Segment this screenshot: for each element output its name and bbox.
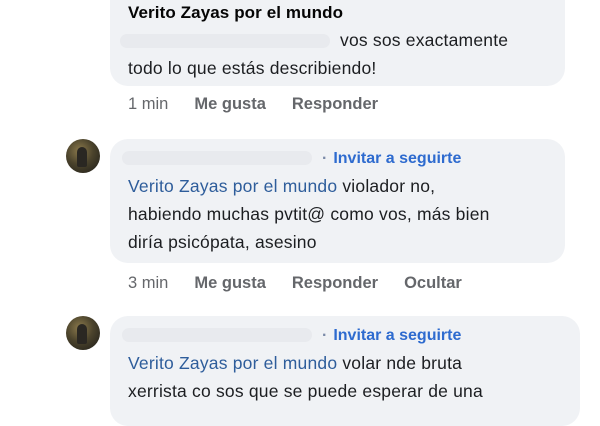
invite-follow-link[interactable]: · Invitar a seguirte — [322, 327, 461, 345]
avatar[interactable] — [66, 139, 100, 173]
redacted-author — [122, 151, 312, 165]
mention-link[interactable]: Verito Zayas por el mundo — [128, 353, 337, 373]
reply-button[interactable]: Responder — [292, 274, 378, 292]
comment-text: Verito Zayas por el mundo volar nde brut… — [128, 349, 462, 377]
comment-text: diría psicópata, asesino — [128, 232, 317, 252]
avatar[interactable] — [66, 316, 100, 350]
invite-follow-label: Invitar a seguirte — [333, 150, 462, 167]
comment-time: 3 min — [128, 274, 169, 292]
invite-follow-link[interactable]: · Invitar a seguirte — [322, 150, 461, 168]
mention-link[interactable]: Verito Zayas por el mundo — [128, 176, 337, 196]
redacted-author — [122, 328, 312, 342]
redacted-text — [120, 34, 330, 48]
comment-text-rest: volar nde bruta — [337, 353, 463, 373]
like-button[interactable]: Me gusta — [194, 95, 266, 113]
invite-follow-label: Invitar a seguirte — [333, 327, 462, 344]
separator-dot: · — [322, 327, 328, 344]
comment-text: vos sos exactamente — [340, 30, 509, 50]
comment-text-rest: violador no, — [337, 176, 436, 196]
comment-text: xerrista co sos que se puede esperar de … — [128, 381, 483, 401]
comment-time: 1 min — [128, 95, 169, 113]
comment-text: Verito Zayas por el mundo violador no, — [128, 172, 435, 200]
hide-button[interactable]: Ocultar — [404, 274, 462, 292]
comment-actions: 1 min Me gusta Responder — [128, 95, 404, 114]
comment-bubble: Verito Zayas por el mundo vos sos exacta… — [110, 0, 565, 86]
reply-button[interactable]: Responder — [292, 95, 378, 113]
comment-bubble: · Invitar a seguirte Verito Zayas por el … — [110, 139, 565, 263]
comment-actions: 3 min Me gusta Responder Ocultar — [128, 274, 488, 293]
comment-text: todo lo que estás describiendo! — [128, 58, 377, 78]
comment-author[interactable]: Verito Zayas por el mundo — [128, 3, 343, 23]
separator-dot: · — [322, 150, 328, 167]
comment-text: habiendo muchas pvtit@ como vos, más bie… — [128, 204, 490, 224]
comment-bubble: · Invitar a seguirte Verito Zayas por el … — [110, 316, 580, 426]
like-button[interactable]: Me gusta — [194, 274, 266, 292]
